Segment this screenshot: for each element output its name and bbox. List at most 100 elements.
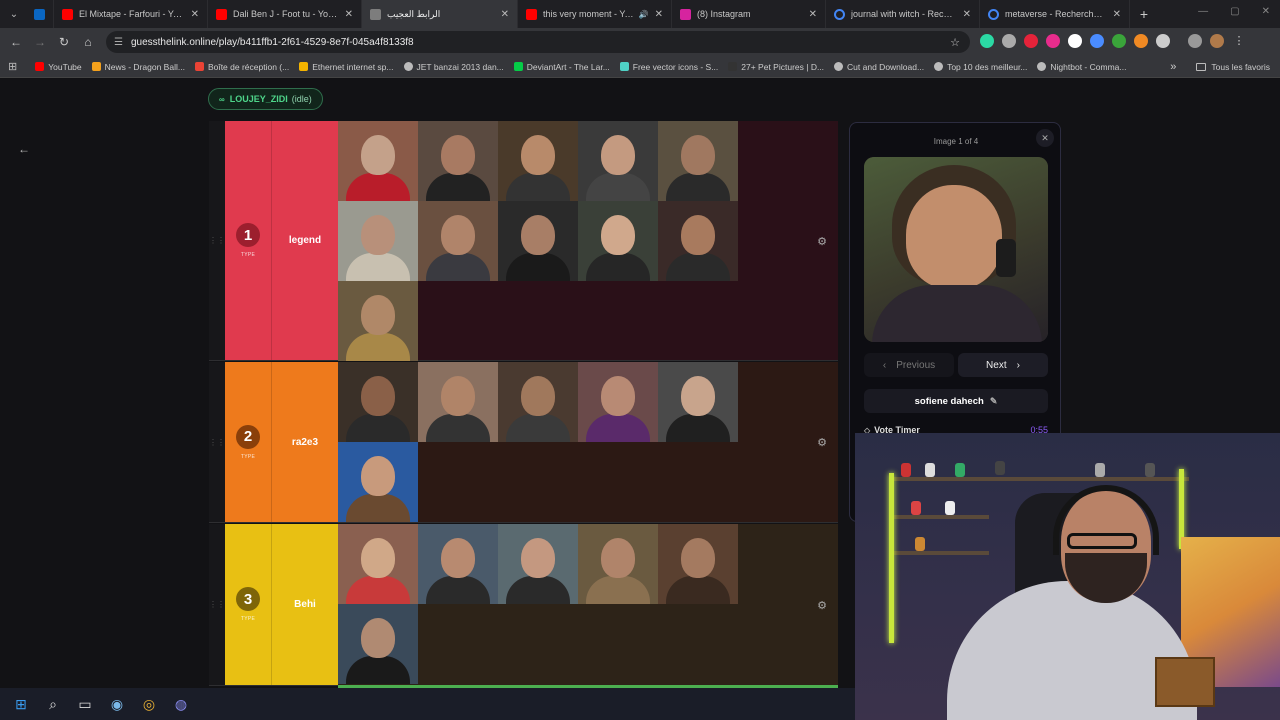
all-bookmarks-link[interactable]: Tous les favoris: [1211, 62, 1270, 72]
bookmark-item[interactable]: JET banzai 2013 dan...: [403, 62, 504, 72]
reading-list-icon[interactable]: [1188, 34, 1202, 48]
tier-image-thumbnail[interactable]: [338, 524, 418, 604]
tier-image-thumbnail[interactable]: [338, 201, 418, 281]
extension-icon[interactable]: [1002, 34, 1016, 48]
tier-name[interactable]: Behi: [271, 524, 338, 685]
tier-image-thumbnail[interactable]: [658, 524, 738, 604]
tier-drop-area[interactable]: ⚙: [738, 362, 838, 522]
browser-tab[interactable]: journal with witch - Recherch ✕: [826, 0, 980, 28]
tier-image-thumbnail[interactable]: [498, 121, 578, 201]
extension-icon[interactable]: [1046, 34, 1060, 48]
tier-image-thumbnail[interactable]: [338, 281, 418, 361]
extension-icon[interactable]: [980, 34, 994, 48]
back-button[interactable]: ←: [4, 35, 28, 49]
close-tab-icon[interactable]: ✕: [345, 9, 353, 20]
drag-handle-icon[interactable]: ⋮⋮: [209, 121, 225, 360]
bookmark-item[interactable]: Cut and Download...: [834, 62, 924, 72]
reload-button[interactable]: ↻: [52, 35, 76, 49]
gear-icon[interactable]: ⚙: [816, 235, 828, 248]
new-tab-button[interactable]: +: [1130, 6, 1158, 22]
bookmark-item[interactable]: News - Dragon Ball...: [91, 62, 185, 72]
bookmark-item[interactable]: Boîte de réception (...: [194, 62, 289, 72]
pinned-tab-linkedin[interactable]: [28, 0, 54, 28]
close-tab-icon[interactable]: ✕: [1113, 9, 1121, 20]
bookmark-item[interactable]: DeviantArt - The Lar...: [513, 62, 610, 72]
bookmark-item[interactable]: Ethernet internet sp...: [299, 62, 394, 72]
windows-start-icon[interactable]: ⊞: [12, 695, 30, 713]
tier-image-thumbnail[interactable]: [578, 362, 658, 442]
tier-name[interactable]: legend: [271, 121, 338, 360]
browser-tab[interactable]: Dali Ben J - Foot tu - YouTube ✕: [208, 0, 362, 28]
tier-drop-area[interactable]: ⚙: [738, 121, 838, 360]
bookmark-item[interactable]: Free vector icons - S...: [619, 62, 718, 72]
extension-icon[interactable]: [1068, 34, 1082, 48]
browser-tab[interactable]: El Mixtape - Farfouri - YouTub ✕: [54, 0, 208, 28]
close-tab-icon[interactable]: ✕: [809, 9, 817, 20]
home-button[interactable]: ⌂: [76, 35, 100, 49]
browser-menu-icon[interactable]: ⋮: [1232, 34, 1246, 48]
tier-image-thumbnail[interactable]: [498, 201, 578, 281]
tier-image-thumbnail[interactable]: [418, 201, 498, 281]
extensions-puzzle-icon[interactable]: [1156, 34, 1170, 48]
close-tab-icon[interactable]: ✕: [655, 9, 663, 20]
extension-icon[interactable]: [1134, 34, 1148, 48]
gear-icon[interactable]: ⚙: [816, 437, 828, 449]
tier-name[interactable]: ra2e3: [271, 362, 338, 522]
extension-icon[interactable]: [1112, 34, 1126, 48]
tier-image-thumbnail[interactable]: [658, 362, 738, 442]
close-window-icon[interactable]: ✕: [1262, 6, 1270, 17]
file-explorer-icon[interactable]: ▭: [76, 695, 94, 713]
browser-tab[interactable]: metaverse - Recherche Googl ✕: [980, 0, 1130, 28]
tier-image-thumbnail[interactable]: [578, 524, 658, 604]
tier-image-thumbnail[interactable]: [418, 121, 498, 201]
site-info-icon[interactable]: ☰: [114, 37, 123, 48]
search-icon[interactable]: ⌕: [44, 695, 62, 713]
forward-button[interactable]: →: [28, 35, 52, 49]
address-bar[interactable]: ☰ guessthelink.online/play/b411ffb1-2f61…: [106, 31, 970, 53]
tier-image-thumbnail[interactable]: [338, 442, 418, 522]
tier-image-thumbnail[interactable]: [338, 604, 418, 684]
tab-search-button[interactable]: ⌄: [0, 0, 28, 28]
tier-image-thumbnail[interactable]: [658, 201, 738, 281]
bookmark-item[interactable]: Top 10 des meilleur...: [934, 62, 1027, 72]
browser-tab[interactable]: (8) Instagram ✕: [672, 0, 826, 28]
extension-icon[interactable]: [1090, 34, 1104, 48]
apps-grid-icon[interactable]: ⊞: [8, 60, 17, 73]
next-button[interactable]: Next ›: [958, 353, 1048, 377]
minimize-icon[interactable]: —: [1198, 6, 1208, 17]
tier-image-thumbnail[interactable]: [578, 201, 658, 281]
tier-image-thumbnail[interactable]: [418, 362, 498, 442]
previous-button[interactable]: ‹ Previous: [864, 353, 954, 377]
steam-icon[interactable]: ◉: [108, 695, 126, 713]
drag-handle-icon[interactable]: ⋮⋮: [209, 524, 225, 685]
tier-image-thumbnail[interactable]: [498, 362, 578, 442]
browser-tab[interactable]: this very moment - YouTu 🔊 ✕: [518, 0, 672, 28]
extension-icon[interactable]: [1024, 34, 1038, 48]
back-arrow-icon[interactable]: ←: [12, 137, 36, 161]
tier-drop-area[interactable]: ⚙: [738, 524, 838, 685]
tier-row: ⋮⋮ 2 TYPE ra2e3 ⚙: [209, 362, 838, 523]
maximize-icon[interactable]: ▢: [1230, 6, 1239, 17]
gear-icon[interactable]: ⚙: [816, 599, 828, 612]
tier-image-thumbnail[interactable]: [578, 121, 658, 201]
bookmark-item[interactable]: Nightbot - Comma...: [1037, 62, 1126, 72]
browser-tab[interactable]: الرابط العجيب ✕: [362, 0, 518, 28]
pencil-icon[interactable]: ✎: [990, 396, 998, 407]
discord-icon[interactable]: ◍: [172, 695, 190, 713]
tier-image-thumbnail[interactable]: [338, 362, 418, 442]
bookmark-item[interactable]: 27+ Pet Pictures | D...: [728, 62, 824, 72]
profile-avatar[interactable]: [1210, 34, 1224, 48]
tier-image-thumbnail[interactable]: [338, 121, 418, 201]
tier-image-thumbnail[interactable]: [498, 524, 578, 604]
bookmark-star-icon[interactable]: ☆: [950, 36, 960, 49]
close-tab-icon[interactable]: ✕: [501, 9, 509, 20]
audio-playing-icon[interactable]: 🔊: [639, 10, 649, 19]
bookmarks-overflow-button[interactable]: »: [1170, 61, 1176, 73]
close-tab-icon[interactable]: ✕: [963, 9, 971, 20]
bookmark-item[interactable]: YouTube: [35, 62, 82, 72]
close-tab-icon[interactable]: ✕: [191, 9, 199, 20]
drag-handle-icon[interactable]: ⋮⋮: [209, 362, 225, 522]
tier-image-thumbnail[interactable]: [658, 121, 738, 201]
tier-image-thumbnail[interactable]: [418, 524, 498, 604]
chrome-icon[interactable]: ◎: [140, 695, 158, 713]
